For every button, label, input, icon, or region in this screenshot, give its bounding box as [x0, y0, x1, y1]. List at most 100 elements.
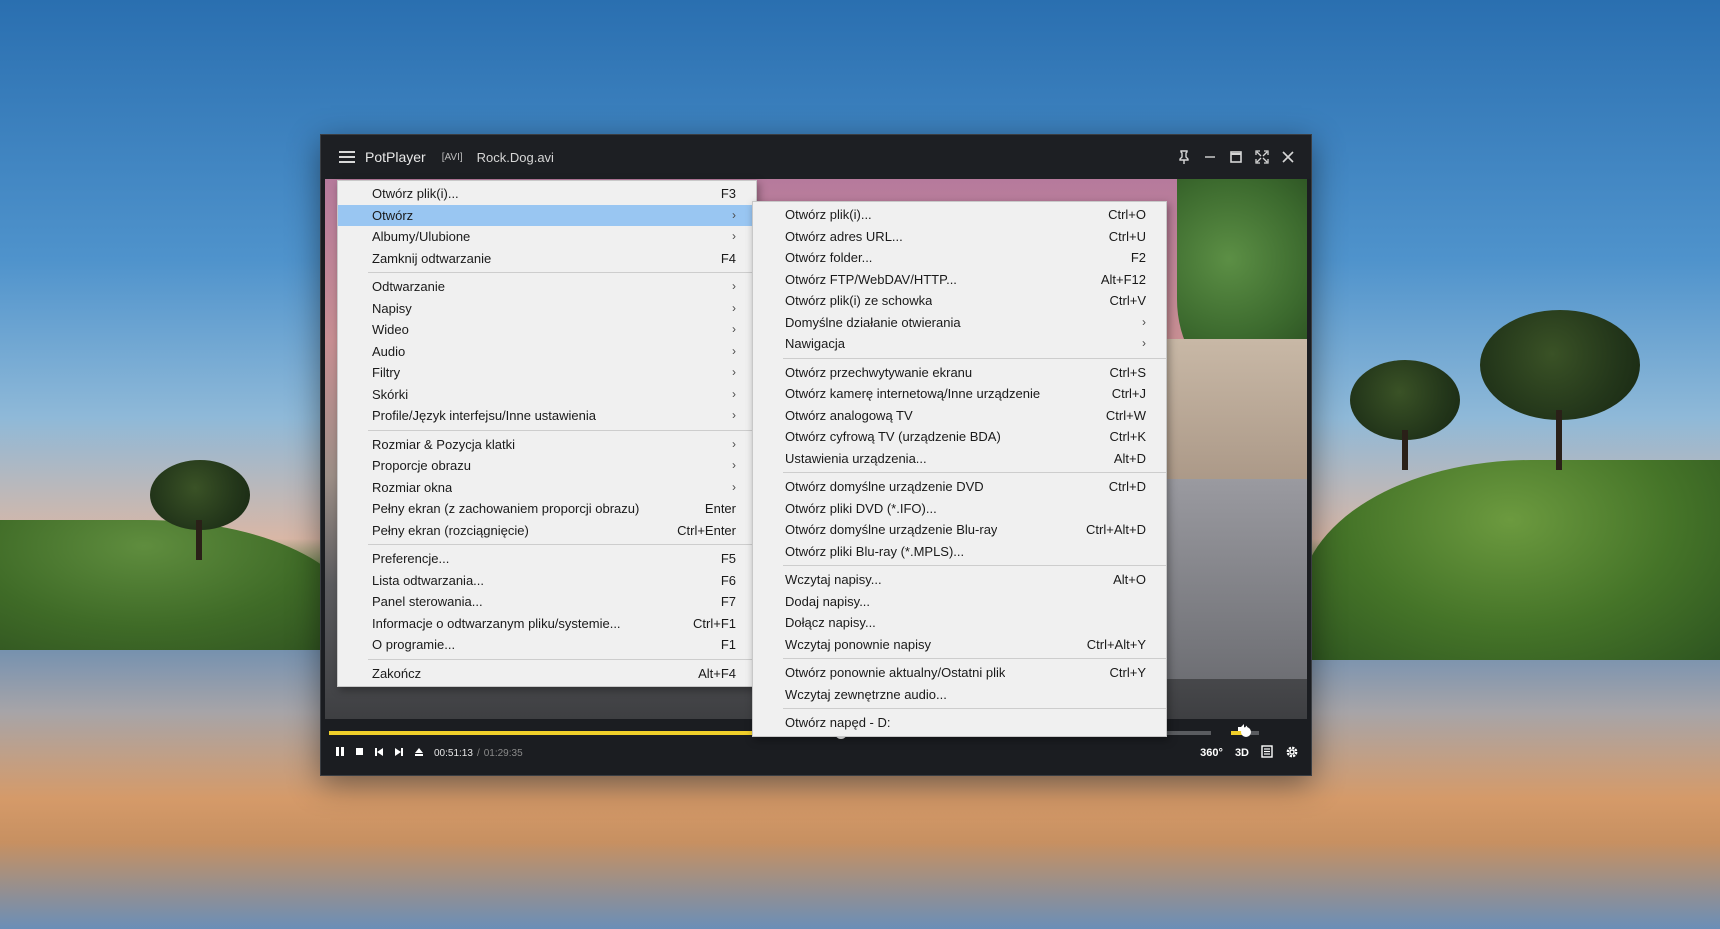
menu-item-label: Rozmiar okna — [372, 479, 453, 495]
playback-controls: 00:51:13 / 01:29:35 360° 3D — [321, 731, 1311, 775]
menu-item-otworz-przechwytywanie-ekranu[interactable]: Otwórz przechwytywanie ekranu Ctrl+S — [753, 362, 1166, 384]
menu-item-shortcut: Ctrl+J — [1111, 386, 1146, 401]
stop-icon[interactable] — [355, 747, 364, 759]
menu-item-otworz-adres-url[interactable]: Otwórz adres URL... Ctrl+U — [753, 226, 1166, 248]
wallpaper-trunk — [196, 520, 202, 560]
menu-item-rozmiar-pozycja-klatki[interactable]: Rozmiar & Pozycja klatki › — [338, 434, 756, 456]
menu-item-proporcje-obrazu[interactable]: Proporcje obrazu › — [338, 455, 756, 477]
menu-item-label: Zakończ — [372, 665, 422, 681]
menu-item-wczytaj-zewnetrzne-audio[interactable]: Wczytaj zewnętrzne audio... — [753, 684, 1166, 706]
menu-item-otworz-plik-i[interactable]: Otwórz plik(i)... F3 — [338, 183, 756, 205]
previous-icon[interactable] — [374, 747, 384, 760]
menu-item-napisy[interactable]: Napisy › — [338, 298, 756, 320]
menu-item-label: Otwórz — [372, 207, 414, 223]
menu-item-panel-sterowania[interactable]: Panel sterowania... F7 — [338, 591, 756, 613]
menu-item-otworz-pliki-blu-ray-mpls[interactable]: Otwórz pliki Blu-ray (*.MPLS)... — [753, 541, 1166, 563]
menu-item-label: O programie... — [372, 637, 456, 652]
menu-item-otworz-analogowa-tv[interactable]: Otwórz analogową TV Ctrl+W — [753, 405, 1166, 427]
menu-item-profile-jezyk-interfejsu-inne-ustawienia[interactable]: Profile/Język interfejsu/Inne ustawienia… — [338, 405, 756, 427]
pin-icon[interactable] — [1171, 144, 1197, 170]
vr360-button[interactable]: 360° — [1200, 747, 1223, 759]
menu-item-label: Otwórz domyślne urządzenie Blu-ray — [785, 522, 998, 537]
menu-item-pelny-ekran-z-zachowaniem-proporcji-obra[interactable]: Pełny ekran (z zachowaniem proporcji obr… — [338, 498, 756, 520]
menu-item-filtry[interactable]: Filtry › — [338, 362, 756, 384]
playlist-icon[interactable] — [1261, 745, 1273, 761]
3d-button[interactable]: 3D — [1235, 747, 1249, 759]
chevron-right-icon: › — [732, 207, 736, 222]
chevron-right-icon: › — [732, 479, 736, 494]
menu-item-otworz[interactable]: Otwórz › — [338, 204, 756, 226]
wallpaper-hill-right — [1300, 460, 1720, 660]
chevron-right-icon: › — [732, 458, 736, 472]
menu-item-dolacz-napisy[interactable]: Dołącz napisy... — [753, 612, 1166, 634]
menu-item-domyslne-dzialanie-otwierania[interactable]: Domyślne działanie otwierania › — [753, 312, 1166, 334]
menu-separator — [783, 658, 1166, 659]
menu-item-label: Rozmiar & Pozycja klatki — [372, 436, 516, 452]
menu-item-shortcut: F1 — [720, 637, 736, 652]
menu-item-label: Otwórz plik(i) ze schowka — [785, 293, 933, 308]
menu-item-label: Odtwarzanie — [372, 279, 445, 294]
menu-item-otworz-domyslne-urzadzenie-blu-ray[interactable]: Otwórz domyślne urządzenie Blu-ray Ctrl+A… — [753, 519, 1166, 541]
next-icon[interactable] — [394, 747, 404, 760]
menu-item-label: Wczytaj napisy... — [785, 572, 882, 587]
menu-item-pelny-ekran-rozciagniecie[interactable]: Pełny ekran (rozciągnięcie) Ctrl+Enter — [338, 520, 756, 542]
menu-item-informacje-o-odtwarzanym-pliku-systemie[interactable]: Informacje o odtwarzanym pliku/systemie.… — [338, 613, 756, 635]
eject-icon[interactable] — [414, 747, 424, 760]
menu-item-zakoncz[interactable]: Zakończ Alt+F4 — [338, 663, 756, 685]
menu-item-skorki[interactable]: Skórki › — [338, 384, 756, 406]
chevron-right-icon: › — [1142, 336, 1146, 350]
menu-item-shortcut: Ctrl+D — [1108, 479, 1146, 494]
menu-item-o-programie[interactable]: O programie... F1 — [338, 634, 756, 656]
menu-item-otworz-domyslne-urzadzenie-dvd[interactable]: Otwórz domyślne urządzenie DVD Ctrl+D — [753, 476, 1166, 498]
menu-item-otworz-cyfrowa-tv-urzadzenie-bda[interactable]: Otwórz cyfrową TV (urządzenie BDA) Ctrl+K — [753, 426, 1166, 448]
menu-item-albumy-ulubione[interactable]: Albumy/Ulubione › — [338, 226, 756, 248]
menu-item-nawigacja[interactable]: Nawigacja › — [753, 333, 1166, 355]
time-separator: / — [476, 747, 480, 759]
menu-item-lista-odtwarzania[interactable]: Lista odtwarzania... F6 — [338, 570, 756, 592]
menu-item-label: Profile/Język interfejsu/Inne ustawienia — [372, 408, 597, 423]
open-submenu: Otwórz plik(i)... Ctrl+O Otwórz adres URL.… — [752, 201, 1167, 737]
menu-item-wideo[interactable]: Wideo › — [338, 319, 756, 341]
menu-item-otworz-plik-i[interactable]: Otwórz plik(i)... Ctrl+O — [753, 204, 1166, 226]
total-time: 01:29:35 — [483, 747, 523, 759]
menu-item-shortcut: Ctrl+Alt+D — [1086, 522, 1146, 537]
close-icon[interactable] — [1275, 144, 1301, 170]
menu-item-wczytaj-ponownie-napisy[interactable]: Wczytaj ponownie napisy Ctrl+Alt+Y — [753, 634, 1166, 656]
menu-item-label: Otwórz ponownie aktualny/Ostatni plik — [785, 665, 1006, 680]
fullscreen-icon[interactable] — [1249, 144, 1275, 170]
menu-item-audio[interactable]: Audio › — [338, 341, 756, 363]
menu-item-odtwarzanie[interactable]: Odtwarzanie › — [338, 276, 756, 298]
menu-item-ustawienia-urzadzenia[interactable]: Ustawienia urządzenia... Alt+D — [753, 448, 1166, 470]
menu-item-otworz-pliki-dvd-ifo[interactable]: Otwórz pliki DVD (*.IFO)... — [753, 498, 1166, 520]
chevron-right-icon: › — [732, 343, 736, 358]
menu-item-dodaj-napisy[interactable]: Dodaj napisy... — [753, 591, 1166, 613]
menu-item-otworz-ponownie-aktualny-ostatni-plik[interactable]: Otwórz ponownie aktualny/Ostatni plik Ctr… — [753, 662, 1166, 684]
menu-item-shortcut: Ctrl+K — [1109, 429, 1146, 444]
menu-item-zamknij-odtwarzanie[interactable]: Zamknij odtwarzanie F4 — [338, 248, 756, 270]
menu-item-label: Otwórz adres URL... — [785, 228, 903, 244]
menu-item-preferencje[interactable]: Preferencje... F5 — [338, 548, 756, 570]
gear-icon[interactable] — [1285, 745, 1299, 762]
window-controls — [1171, 135, 1301, 179]
menu-item-label: Otwórz cyfrową TV (urządzenie BDA) — [785, 429, 1001, 444]
right-controls: 360° 3D — [1200, 731, 1299, 775]
maximize-icon[interactable] — [1223, 144, 1249, 170]
menu-separator — [783, 472, 1166, 473]
menu-item-rozmiar-okna[interactable]: Rozmiar okna › — [338, 477, 756, 499]
minimize-icon[interactable] — [1197, 144, 1223, 170]
pause-icon[interactable] — [335, 746, 345, 760]
menu-item-label: Otwórz kamerę internetową/Inne urządzeni… — [785, 386, 1041, 401]
menu-item-label: Otwórz pliki DVD (*.IFO)... — [785, 500, 937, 516]
menu-item-otworz-kamere-internetowa-inne-urzadzeni[interactable]: Otwórz kamerę internetową/Inne urządzeni… — [753, 383, 1166, 405]
menu-item-otworz-plik-i-ze-schowka[interactable]: Otwórz plik(i) ze schowka Ctrl+V — [753, 290, 1166, 312]
menu-item-otworz-naped-d[interactable]: Otwórz napęd - D: — [753, 712, 1166, 734]
menu-item-otworz-folder[interactable]: Otwórz folder... F2 — [753, 247, 1166, 269]
menu-item-label: Zamknij odtwarzanie — [372, 250, 492, 266]
menu-separator — [783, 357, 1166, 359]
menu-hamburger-icon[interactable] — [339, 151, 355, 163]
menu-item-label: Pełny ekran (z zachowaniem proporcji obr… — [372, 501, 640, 516]
menu-item-wczytaj-napisy[interactable]: Wczytaj napisy... Alt+O — [753, 569, 1166, 591]
menu-item-otworz-ftp-webdav-http[interactable]: Otwórz FTP/WebDAV/HTTP... Alt+F12 — [753, 269, 1166, 291]
menu-item-label: Preferencje... — [372, 551, 450, 566]
menu-item-label: Otwórz FTP/WebDAV/HTTP... — [785, 271, 957, 287]
